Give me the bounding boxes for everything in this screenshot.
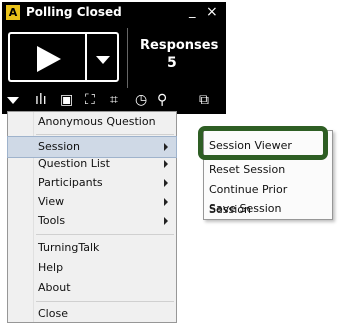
menu-separator bbox=[36, 134, 174, 135]
menu-item-help[interactable]: Help bbox=[8, 258, 176, 278]
bar-chart-icon[interactable]: ılı bbox=[35, 92, 47, 108]
menu-item-tools[interactable]: Tools bbox=[8, 211, 176, 231]
responses-count: 5 bbox=[167, 55, 177, 71]
close-window-button[interactable]: × bbox=[206, 4, 218, 20]
menu-item-close[interactable]: Close bbox=[8, 304, 176, 324]
submenu-arrow-icon bbox=[164, 179, 168, 187]
menu-item-label: TurningTalk bbox=[38, 241, 100, 254]
menu-item-label: Anonymous Question bbox=[38, 115, 156, 128]
menu-item-label: Tools bbox=[38, 214, 66, 227]
display-icon[interactable]: ▣ bbox=[60, 92, 73, 108]
menu-item-view[interactable]: View bbox=[8, 192, 176, 212]
submenu-arrow-icon bbox=[164, 198, 168, 206]
submenu-item-reset-session[interactable]: Reset Session bbox=[204, 160, 332, 180]
chevron-down-icon bbox=[96, 56, 110, 64]
main-menu: Anonymous Question Session Question List… bbox=[7, 111, 177, 323]
polling-options-dropdown[interactable] bbox=[85, 32, 119, 82]
play-icon bbox=[37, 46, 61, 72]
menu-item-question-list[interactable]: Question List bbox=[8, 154, 176, 174]
menu-item-label: Participants bbox=[38, 176, 103, 189]
title-bar[interactable]: A Polling Closed _ × bbox=[2, 2, 226, 24]
menu-item-label: Question List bbox=[38, 157, 110, 170]
submenu-arrow-icon bbox=[164, 160, 168, 168]
responses-label: Responses bbox=[140, 38, 219, 53]
menu-item-anonymous-question[interactable]: Anonymous Question bbox=[8, 112, 176, 132]
submenu-arrow-icon bbox=[164, 143, 168, 151]
menu-item-label: About bbox=[38, 281, 71, 294]
grid-icon[interactable]: ⌗ bbox=[110, 92, 118, 108]
expand-icon[interactable]: ⛶ bbox=[85, 92, 95, 108]
menu-separator bbox=[36, 234, 174, 235]
menu-item-about[interactable]: About bbox=[8, 278, 176, 298]
menu-item-label: Close bbox=[38, 307, 68, 320]
submenu-arrow-icon bbox=[164, 217, 168, 225]
popout-icon[interactable]: ⧉ bbox=[199, 92, 209, 108]
window-title: Polling Closed bbox=[26, 5, 122, 19]
divider bbox=[127, 28, 128, 88]
menu-item-turningtalk[interactable]: TurningTalk bbox=[8, 238, 176, 258]
polling-window: A Polling Closed _ × Responses 5 ılı ▣ ⛶… bbox=[2, 2, 226, 114]
presenter-icon[interactable]: ⚲ bbox=[157, 92, 167, 108]
menu-item-label: Help bbox=[38, 261, 64, 274]
minimize-button[interactable]: _ bbox=[189, 4, 196, 19]
menu-separator bbox=[36, 301, 174, 302]
caret-down-icon[interactable] bbox=[7, 97, 19, 104]
turning-logo-icon: A bbox=[6, 5, 20, 20]
callout-highlight-box bbox=[198, 126, 328, 160]
menu-item-participants[interactable]: Participants bbox=[8, 173, 176, 193]
clock-icon[interactable]: ◷ bbox=[135, 92, 147, 108]
submenu-item-label: Save Session bbox=[209, 202, 282, 215]
submenu-item-save-session[interactable]: Save Session bbox=[204, 199, 332, 219]
menu-item-label: View bbox=[38, 195, 65, 208]
submenu-item-label: Reset Session bbox=[209, 163, 286, 176]
submenu-item-continue-prior-session[interactable]: Continue Prior Session bbox=[204, 180, 332, 216]
start-polling-button[interactable] bbox=[8, 32, 85, 82]
